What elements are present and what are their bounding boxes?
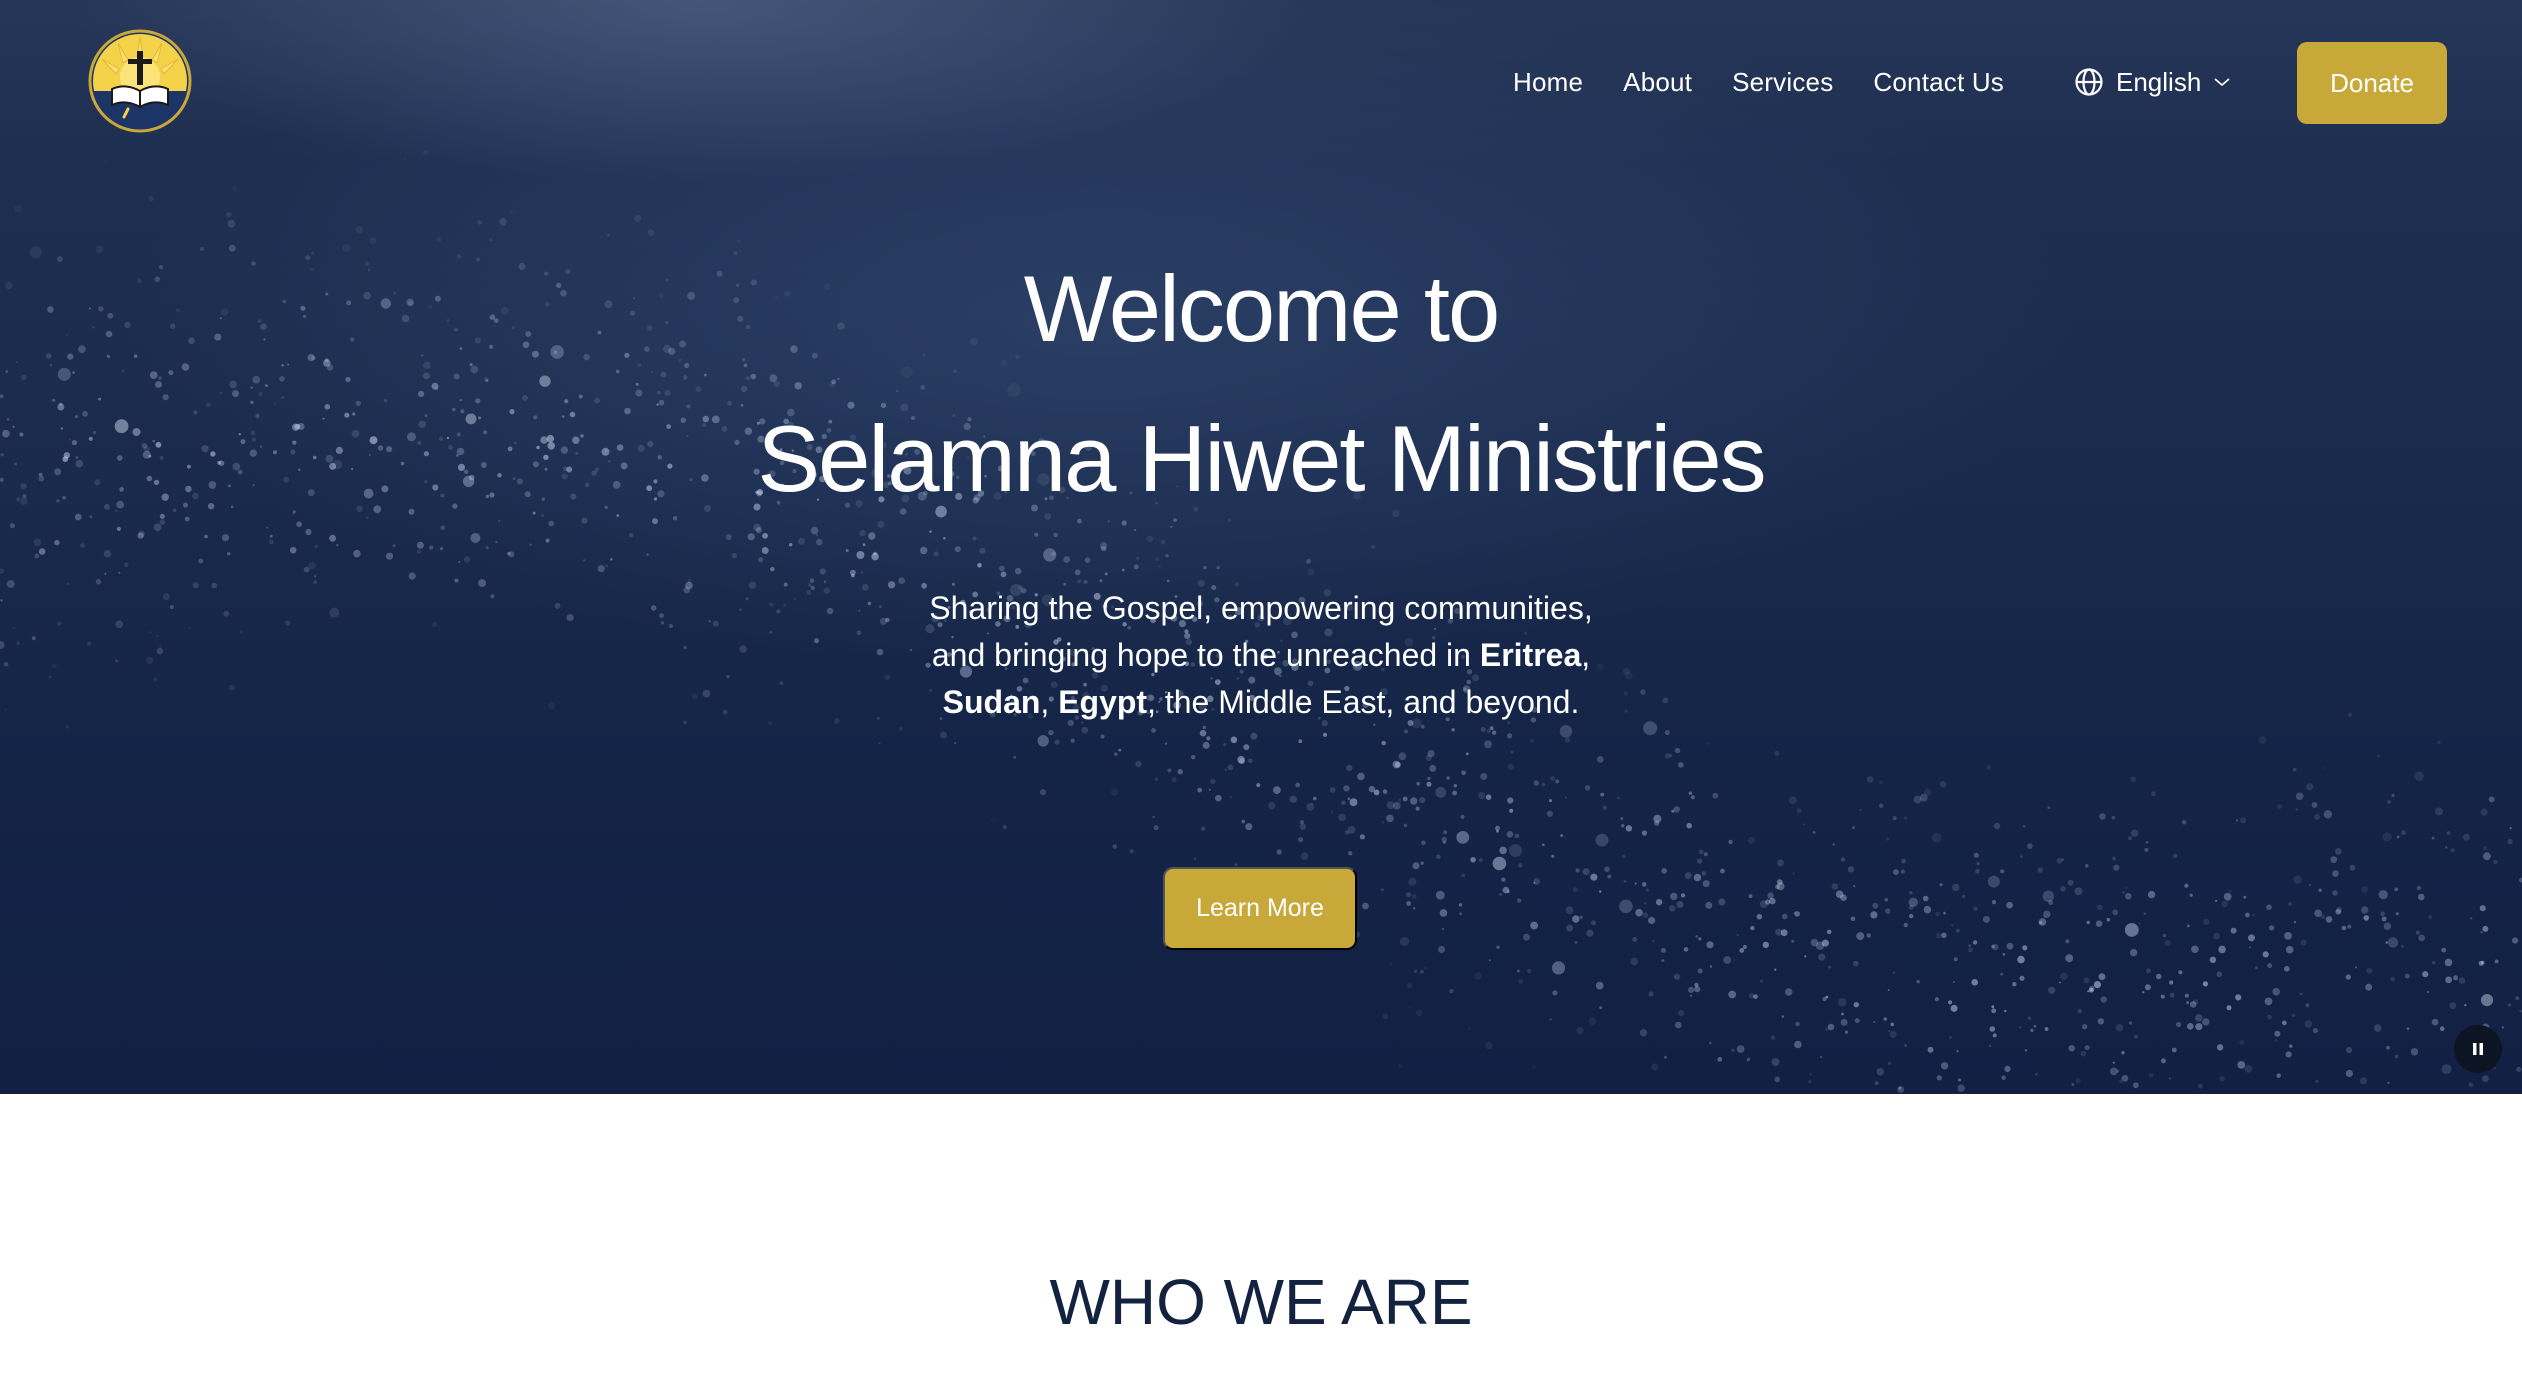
nav-about-link[interactable]: About	[1623, 67, 1692, 98]
tagline-country-sudan: Sudan	[942, 684, 1041, 720]
language-selector[interactable]: English	[2074, 62, 2231, 102]
donate-button[interactable]: Donate	[2297, 42, 2447, 124]
hero-title-line2: Selamna Hiwet Ministries	[757, 406, 1766, 511]
ministry-logo[interactable]	[88, 29, 192, 133]
tagline-sep-1: ,	[1581, 637, 1591, 673]
tagline-text-3: , the Middle East, and beyond.	[1147, 684, 1580, 720]
learn-more-button[interactable]: Learn More	[1163, 867, 1357, 950]
tagline-country-eritrea: Eritrea	[1479, 637, 1582, 673]
pause-icon	[2473, 1043, 2483, 1055]
nav-home-link[interactable]: Home	[1513, 67, 1583, 98]
language-label: English	[2116, 66, 2202, 97]
nav-contact-link[interactable]: Contact Us	[1873, 67, 2004, 98]
tagline-sep-2: ,	[1040, 684, 1059, 720]
pause-video-button[interactable]	[2454, 1025, 2502, 1073]
who-we-are-heading: WHO WE ARE	[1049, 1266, 1473, 1338]
tagline-text-1: Sharing the Gospel, empowering communiti…	[929, 590, 1593, 626]
hero-tagline: Sharing the Gospel, empowering communiti…	[861, 585, 1661, 726]
chevron-down-icon	[2214, 78, 2230, 87]
main-nav: Home About Services Contact Us	[1513, 62, 2004, 102]
nav-services-link[interactable]: Services	[1732, 67, 1833, 98]
tagline-text-2: and bringing hope to the unreached in	[931, 637, 1480, 673]
globe-icon	[2075, 68, 2103, 96]
hero-title-line1: Welcome to	[1023, 256, 1501, 361]
tagline-country-egypt: Egypt	[1058, 684, 1148, 720]
hero-section: Home About Services Contact Us English D…	[0, 0, 2522, 1094]
